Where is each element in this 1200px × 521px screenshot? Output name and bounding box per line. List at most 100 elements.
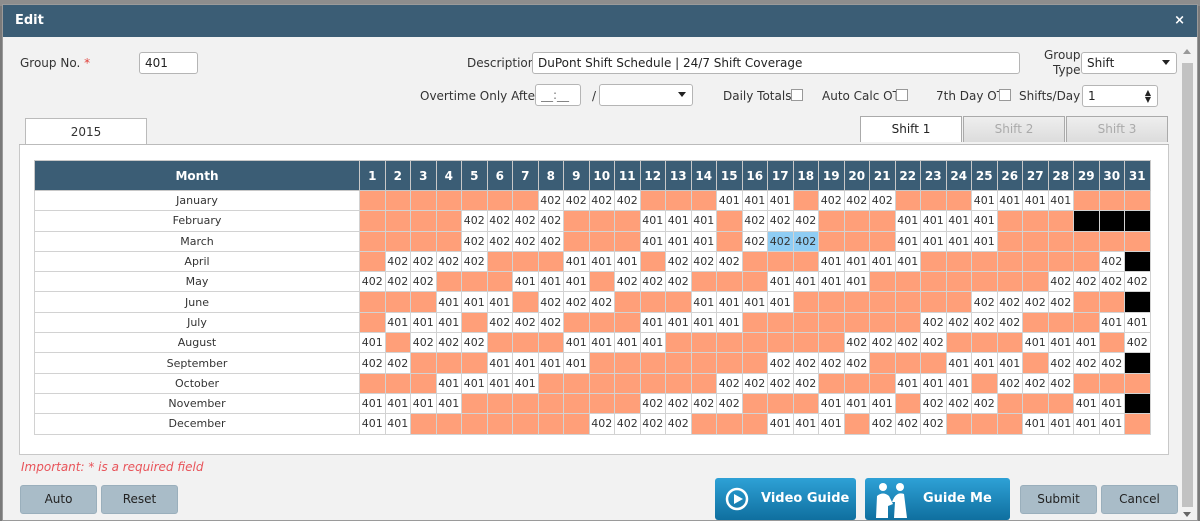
day-cell-assigned[interactable]: 402 [384, 352, 411, 374]
day-cell-off[interactable] [716, 230, 743, 252]
day-cell-assigned[interactable]: 401 [639, 230, 666, 252]
day-cell-assigned[interactable]: 402 [843, 332, 870, 354]
day-cell-off[interactable] [665, 291, 692, 313]
day-cell-assigned[interactable]: 402 [461, 250, 488, 273]
day-cell-off[interactable] [920, 291, 947, 313]
day-cell-assigned[interactable]: 402 [767, 210, 794, 232]
day-cell-assigned[interactable]: 401 [665, 311, 692, 334]
day-cell-off[interactable] [843, 291, 870, 313]
day-cell-off[interactable] [588, 352, 615, 374]
day-cell-off[interactable] [384, 189, 411, 212]
day-cell-off[interactable] [767, 332, 794, 354]
day-cell-off[interactable] [461, 352, 488, 374]
day-cell-assigned[interactable]: 402 [1047, 372, 1074, 394]
day-cell-assigned[interactable]: 401 [843, 271, 870, 293]
day-cell-off[interactable] [920, 271, 947, 293]
day-cell-off[interactable] [869, 210, 896, 232]
day-cell-off[interactable] [945, 332, 972, 354]
day-cell-assigned[interactable]: 401 [588, 332, 615, 354]
day-cell-off[interactable] [614, 291, 641, 313]
day-cell-off[interactable] [384, 230, 411, 252]
day-cell-off[interactable] [971, 372, 998, 394]
day-cell-assigned[interactable]: 402 [665, 392, 692, 415]
day-cell-off[interactable] [563, 413, 590, 435]
day-cell-off[interactable] [690, 413, 717, 435]
day-cell-off[interactable] [563, 372, 590, 394]
day-cell-assigned[interactable]: 402 [537, 230, 564, 252]
day-cell-assigned[interactable]: 402 [767, 352, 794, 374]
day-cell-assigned[interactable]: 401 [716, 311, 743, 334]
day-cell-assigned[interactable]: 402 [920, 311, 947, 334]
day-cell-off[interactable] [665, 189, 692, 212]
day-cell-assigned[interactable]: 402 [843, 352, 870, 374]
day-cell-off[interactable] [1073, 291, 1100, 313]
day-cell-off[interactable] [1098, 291, 1125, 313]
day-cell-assigned[interactable]: 401 [563, 250, 590, 273]
day-cell-off[interactable] [639, 250, 666, 273]
day-cell-off[interactable] [945, 271, 972, 293]
day-cell-off[interactable] [486, 413, 513, 435]
day-cell-assigned[interactable]: 402 [1022, 291, 1049, 313]
day-cell-assigned[interactable]: 402 [665, 413, 692, 435]
day-cell-assigned[interactable]: 402 [971, 311, 998, 334]
day-cell-off[interactable] [1098, 230, 1125, 252]
day-cell-off[interactable] [945, 291, 972, 313]
day-cell-off[interactable] [716, 271, 743, 293]
day-cell-assigned[interactable]: 401 [792, 271, 819, 293]
day-cell-assigned[interactable]: 402 [512, 311, 539, 334]
day-cell-assigned[interactable]: 401 [410, 311, 437, 334]
day-cell-off[interactable] [792, 291, 819, 313]
day-cell-off[interactable] [461, 392, 488, 415]
group-no-input[interactable] [139, 52, 198, 74]
day-cell-off[interactable] [1047, 311, 1074, 334]
day-cell-assigned[interactable]: 401 [716, 291, 743, 313]
day-cell-off[interactable] [435, 352, 462, 374]
day-cell-assigned[interactable]: 402 [639, 413, 666, 435]
description-input[interactable] [532, 52, 1020, 74]
day-cell-off[interactable] [869, 352, 896, 374]
day-cell-assigned[interactable]: 401 [512, 352, 539, 374]
day-cell-off[interactable] [843, 372, 870, 394]
day-cell-assigned[interactable]: 401 [945, 210, 972, 232]
day-cell-off[interactable] [486, 392, 513, 415]
tab-shift-3[interactable]: Shift 3 [1066, 116, 1168, 142]
day-cell-off[interactable] [843, 210, 870, 232]
day-cell-off[interactable] [1098, 189, 1125, 212]
day-cell-off[interactable] [843, 230, 870, 252]
day-cell-off[interactable] [665, 332, 692, 354]
day-cell-off[interactable] [639, 352, 666, 374]
day-cell-assigned[interactable]: 401 [920, 372, 947, 394]
day-cell-off[interactable] [690, 189, 717, 212]
day-cell-off[interactable] [486, 332, 513, 354]
day-cell-off[interactable] [792, 189, 819, 212]
day-cell-assigned[interactable]: 402 [996, 372, 1023, 394]
day-cell-off[interactable] [537, 392, 564, 415]
day-cell-assigned[interactable]: 402 [486, 230, 513, 252]
day-cell-off[interactable] [690, 332, 717, 354]
day-cell-off[interactable] [894, 189, 921, 212]
day-cell-assigned[interactable]: 402 [563, 291, 590, 313]
day-cell-assigned[interactable]: 401 [767, 189, 794, 212]
day-cell-off[interactable] [1073, 230, 1100, 252]
day-cell-off[interactable] [996, 230, 1023, 252]
day-cell-off[interactable] [894, 271, 921, 293]
day-cell-off[interactable] [639, 291, 666, 313]
day-cell-assigned[interactable]: 402 [1047, 271, 1074, 293]
day-cell-assigned[interactable]: 401 [1098, 413, 1125, 435]
day-cell-assigned[interactable]: 401 [920, 210, 947, 232]
day-cell-assigned[interactable]: 401 [1022, 332, 1049, 354]
day-cell-assigned[interactable]: 402 [792, 210, 819, 232]
day-cell-assigned[interactable]: 402 [1022, 372, 1049, 394]
day-cell-assigned[interactable]: 401 [894, 230, 921, 252]
day-cell-assigned[interactable]: 402 [767, 372, 794, 394]
day-cell-off[interactable] [537, 250, 564, 273]
day-cell-off[interactable] [869, 271, 896, 293]
day-cell-assigned[interactable]: 402 [614, 271, 641, 293]
day-cell-off[interactable] [869, 230, 896, 252]
day-cell-assigned[interactable]: 402 [690, 250, 717, 273]
day-cell-assigned[interactable]: 402 [665, 250, 692, 273]
day-cell-off[interactable] [435, 271, 462, 293]
day-cell-assigned[interactable]: 402 [486, 210, 513, 232]
day-cell-assigned[interactable]: 402 [741, 210, 768, 232]
day-cell-off[interactable] [690, 271, 717, 293]
